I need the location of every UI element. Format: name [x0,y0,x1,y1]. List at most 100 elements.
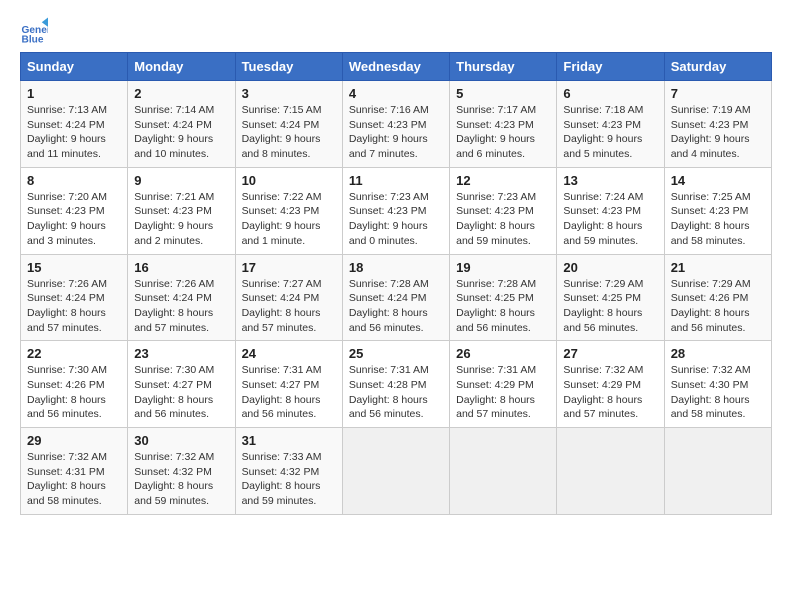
day-cell: 16 Sunrise: 7:26 AM Sunset: 4:24 PM Dayli… [128,254,235,341]
day-cell: 24Sunrise: 7:31 AM Sunset: 4:27 PM Dayli… [235,341,342,428]
day-number: 31 [242,433,336,448]
day-cell: 6 Sunrise: 7:18 AM Sunset: 4:23 PM Daylig… [557,81,664,168]
day-info: Sunrise: 7:18 AM Sunset: 4:23 PM Dayligh… [563,103,657,162]
day-cell: 23 Sunrise: 7:30 AM Sunset: 4:27 PM Dayli… [128,341,235,428]
week-row-5: 29 Sunrise: 7:32 AM Sunset: 4:31 PM Dayli… [21,428,772,515]
day-cell [342,428,449,515]
day-number: 4 [349,86,443,101]
day-cell: 2Sunrise: 7:14 AM Sunset: 4:24 PM Daylig… [128,81,235,168]
day-cell: 3 Sunrise: 7:15 AM Sunset: 4:24 PM Daylig… [235,81,342,168]
day-cell: 13Sunrise: 7:24 AM Sunset: 4:23 PM Dayli… [557,167,664,254]
logo: General Blue [20,16,52,44]
day-info: Sunrise: 7:17 AM Sunset: 4:23 PM Dayligh… [456,103,550,162]
day-info: Sunrise: 7:28 AM Sunset: 4:25 PM Dayligh… [456,277,550,336]
day-number: 24 [242,346,336,361]
day-number: 16 [134,260,228,275]
day-info: Sunrise: 7:31 AM Sunset: 4:29 PM Dayligh… [456,363,550,422]
day-info: Sunrise: 7:29 AM Sunset: 4:26 PM Dayligh… [671,277,765,336]
day-info: Sunrise: 7:25 AM Sunset: 4:23 PM Dayligh… [671,190,765,249]
day-info: Sunrise: 7:30 AM Sunset: 4:27 PM Dayligh… [134,363,228,422]
day-info: Sunrise: 7:23 AM Sunset: 4:23 PM Dayligh… [349,190,443,249]
day-cell: 18 Sunrise: 7:28 AM Sunset: 4:24 PM Dayli… [342,254,449,341]
day-cell: 17Sunrise: 7:27 AM Sunset: 4:24 PM Dayli… [235,254,342,341]
day-number: 3 [242,86,336,101]
day-cell: 15 Sunrise: 7:26 AM Sunset: 4:24 PM Dayli… [21,254,128,341]
day-cell: 8Sunrise: 7:20 AM Sunset: 4:23 PM Daylig… [21,167,128,254]
col-header-saturday: Saturday [664,53,771,81]
day-cell: 9 Sunrise: 7:21 AM Sunset: 4:23 PM Daylig… [128,167,235,254]
week-row-2: 8Sunrise: 7:20 AM Sunset: 4:23 PM Daylig… [21,167,772,254]
day-cell: 14 Sunrise: 7:25 AM Sunset: 4:23 PM Dayli… [664,167,771,254]
day-info: Sunrise: 7:32 AM Sunset: 4:31 PM Dayligh… [27,450,121,509]
day-number: 18 [349,260,443,275]
day-cell: 31 Sunrise: 7:33 AM Sunset: 4:32 PM Dayli… [235,428,342,515]
day-number: 20 [563,260,657,275]
day-cell: 20 Sunrise: 7:29 AM Sunset: 4:25 PM Dayli… [557,254,664,341]
day-cell: 22Sunrise: 7:30 AM Sunset: 4:26 PM Dayli… [21,341,128,428]
day-info: Sunrise: 7:26 AM Sunset: 4:24 PM Dayligh… [27,277,121,336]
day-cell: 25 Sunrise: 7:31 AM Sunset: 4:28 PM Dayli… [342,341,449,428]
day-cell: 28Sunrise: 7:32 AM Sunset: 4:30 PM Dayli… [664,341,771,428]
day-number: 30 [134,433,228,448]
day-cell: 29 Sunrise: 7:32 AM Sunset: 4:31 PM Dayli… [21,428,128,515]
week-row-1: 1Sunrise: 7:13 AM Sunset: 4:24 PM Daylig… [21,81,772,168]
day-cell [557,428,664,515]
day-number: 5 [456,86,550,101]
day-number: 11 [349,173,443,188]
col-header-friday: Friday [557,53,664,81]
day-cell [664,428,771,515]
day-info: Sunrise: 7:23 AM Sunset: 4:23 PM Dayligh… [456,190,550,249]
day-number: 25 [349,346,443,361]
col-header-thursday: Thursday [450,53,557,81]
day-info: Sunrise: 7:22 AM Sunset: 4:23 PM Dayligh… [242,190,336,249]
week-row-4: 22Sunrise: 7:30 AM Sunset: 4:26 PM Dayli… [21,341,772,428]
col-header-sunday: Sunday [21,53,128,81]
day-info: Sunrise: 7:15 AM Sunset: 4:24 PM Dayligh… [242,103,336,162]
week-row-3: 15 Sunrise: 7:26 AM Sunset: 4:24 PM Dayli… [21,254,772,341]
day-cell: 26 Sunrise: 7:31 AM Sunset: 4:29 PM Dayli… [450,341,557,428]
day-number: 14 [671,173,765,188]
calendar-table: SundayMondayTuesdayWednesdayThursdayFrid… [20,52,772,515]
day-info: Sunrise: 7:32 AM Sunset: 4:29 PM Dayligh… [563,363,657,422]
day-number: 17 [242,260,336,275]
day-cell: 19 Sunrise: 7:28 AM Sunset: 4:25 PM Dayli… [450,254,557,341]
day-cell: 11 Sunrise: 7:23 AM Sunset: 4:23 PM Dayli… [342,167,449,254]
day-number: 21 [671,260,765,275]
day-info: Sunrise: 7:16 AM Sunset: 4:23 PM Dayligh… [349,103,443,162]
day-info: Sunrise: 7:28 AM Sunset: 4:24 PM Dayligh… [349,277,443,336]
day-number: 23 [134,346,228,361]
day-number: 12 [456,173,550,188]
day-cell: 27Sunrise: 7:32 AM Sunset: 4:29 PM Dayli… [557,341,664,428]
day-number: 26 [456,346,550,361]
day-cell: 1Sunrise: 7:13 AM Sunset: 4:24 PM Daylig… [21,81,128,168]
day-info: Sunrise: 7:26 AM Sunset: 4:24 PM Dayligh… [134,277,228,336]
day-info: Sunrise: 7:21 AM Sunset: 4:23 PM Dayligh… [134,190,228,249]
day-number: 9 [134,173,228,188]
day-cell: 10 Sunrise: 7:22 AM Sunset: 4:23 PM Dayli… [235,167,342,254]
day-info: Sunrise: 7:20 AM Sunset: 4:23 PM Dayligh… [27,190,121,249]
day-info: Sunrise: 7:32 AM Sunset: 4:32 PM Dayligh… [134,450,228,509]
day-number: 10 [242,173,336,188]
day-number: 15 [27,260,121,275]
day-number: 28 [671,346,765,361]
day-info: Sunrise: 7:30 AM Sunset: 4:26 PM Dayligh… [27,363,121,422]
header: General Blue [20,16,772,44]
day-cell [450,428,557,515]
col-header-tuesday: Tuesday [235,53,342,81]
day-info: Sunrise: 7:24 AM Sunset: 4:23 PM Dayligh… [563,190,657,249]
col-header-wednesday: Wednesday [342,53,449,81]
day-cell: 4 Sunrise: 7:16 AM Sunset: 4:23 PM Daylig… [342,81,449,168]
day-cell: 21 Sunrise: 7:29 AM Sunset: 4:26 PM Dayli… [664,254,771,341]
day-info: Sunrise: 7:14 AM Sunset: 4:24 PM Dayligh… [134,103,228,162]
day-info: Sunrise: 7:31 AM Sunset: 4:28 PM Dayligh… [349,363,443,422]
day-info: Sunrise: 7:29 AM Sunset: 4:25 PM Dayligh… [563,277,657,336]
col-header-monday: Monday [128,53,235,81]
day-number: 6 [563,86,657,101]
day-number: 7 [671,86,765,101]
day-info: Sunrise: 7:33 AM Sunset: 4:32 PM Dayligh… [242,450,336,509]
day-number: 29 [27,433,121,448]
day-info: Sunrise: 7:13 AM Sunset: 4:24 PM Dayligh… [27,103,121,162]
day-info: Sunrise: 7:19 AM Sunset: 4:23 PM Dayligh… [671,103,765,162]
day-cell: 30 Sunrise: 7:32 AM Sunset: 4:32 PM Dayli… [128,428,235,515]
day-number: 19 [456,260,550,275]
